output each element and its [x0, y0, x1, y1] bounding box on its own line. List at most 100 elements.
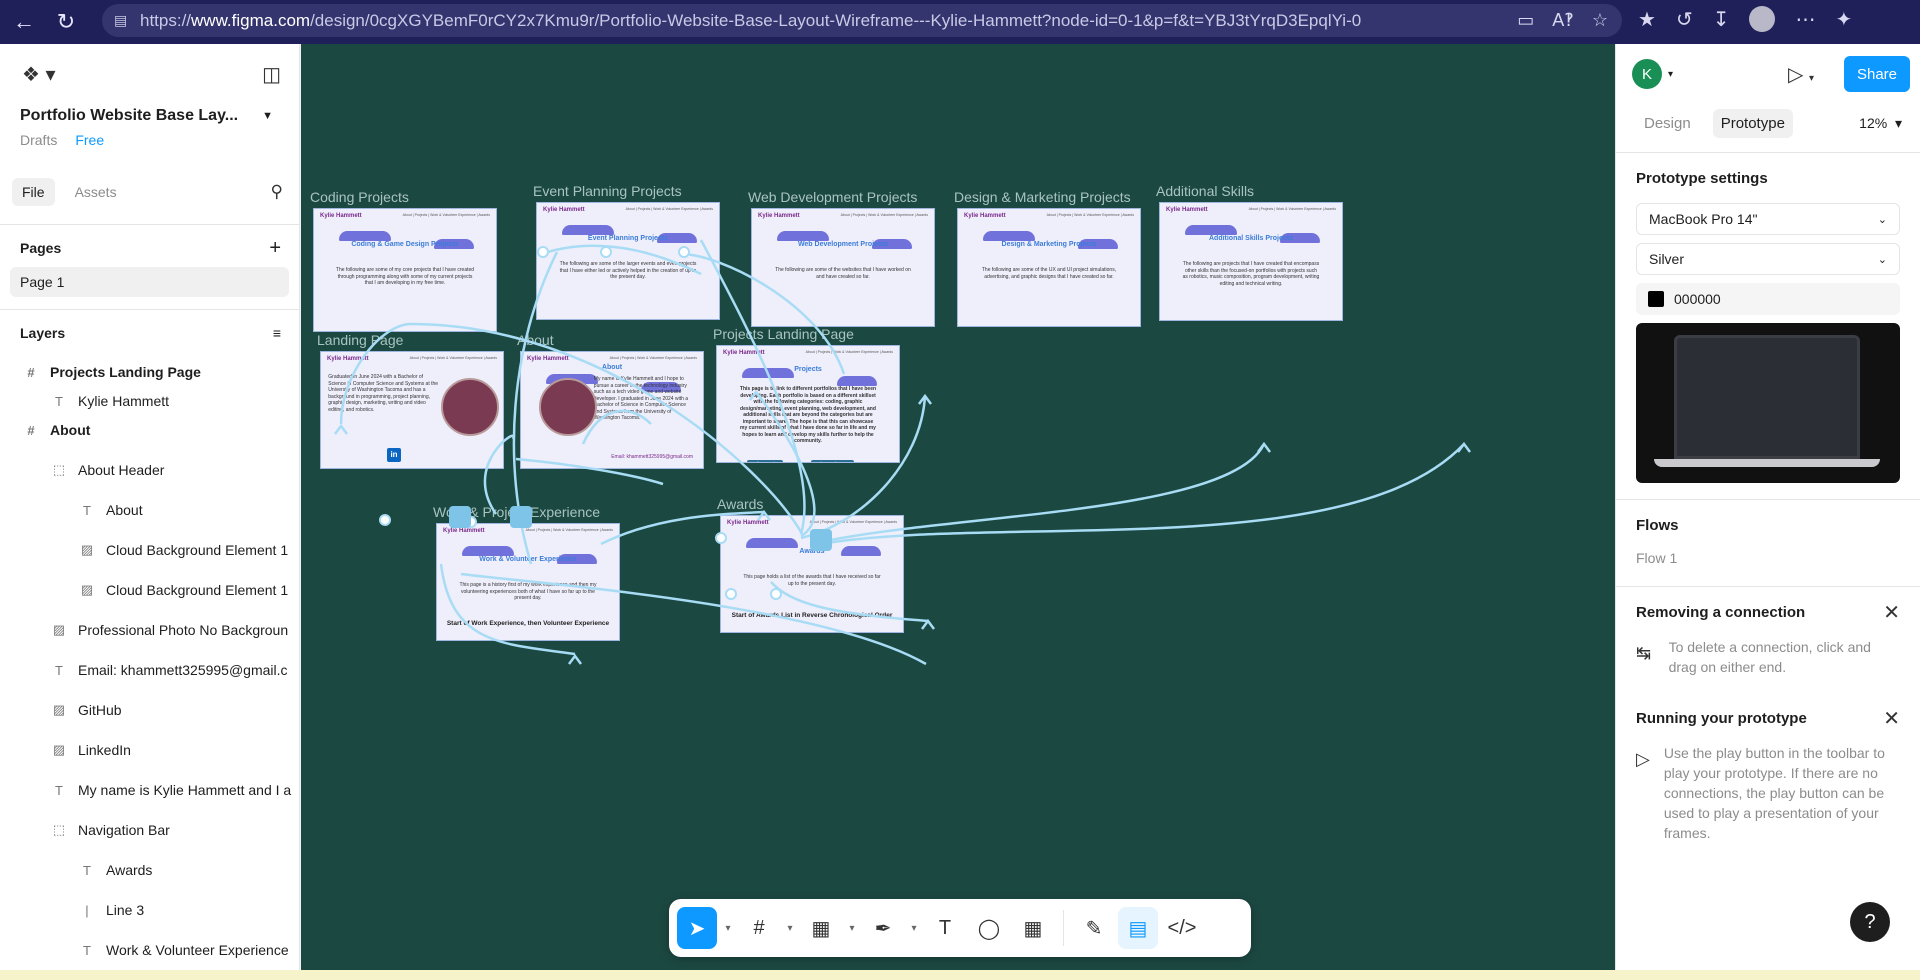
connection-wire[interactable] [515, 457, 664, 486]
connection-wire[interactable] [339, 322, 803, 533]
connection-wire[interactable] [460, 572, 927, 666]
read-aloud-icon[interactable]: A‽ [1552, 10, 1574, 31]
play-prototype-icon[interactable]: ▷ ▾ [1788, 62, 1814, 87]
connection-wire[interactable] [439, 563, 576, 656]
search-icon[interactable]: ⚲ [271, 182, 283, 202]
close-icon[interactable]: ✕ [1883, 600, 1900, 625]
back-arrow-icon[interactable]: ← [6, 4, 42, 40]
frame-tool-icon[interactable]: # [739, 907, 779, 949]
figma-menu-icon[interactable]: ❖ ▾ [22, 62, 56, 87]
project-menu-chevron-icon[interactable]: ▼ [262, 110, 273, 122]
layer-item[interactable]: ▨ LinkedIn [0, 730, 299, 770]
prototype-mode-icon[interactable]: ▤ [1118, 907, 1158, 949]
connection-wire[interactable] [483, 434, 515, 515]
design-canvas[interactable]: Coding Projects Kylie Hammett About | Proj… [301, 44, 1615, 970]
downloads-icon[interactable]: ↧ [1713, 7, 1730, 32]
chevron-down-icon[interactable]: ▾ [783, 923, 797, 934]
connection-arrowhead [1457, 441, 1471, 453]
copilot-icon[interactable]: ✦ [1835, 7, 1852, 32]
connection-node[interactable] [715, 532, 727, 544]
connection-node[interactable] [678, 246, 690, 258]
connection-wire[interactable] [820, 443, 1465, 546]
history-icon[interactable]: ↺ [1676, 7, 1693, 32]
layer-item[interactable]: T Email: khammett325995@gmail.c [0, 650, 299, 690]
connection-wire[interactable] [600, 510, 765, 546]
favorites-icon[interactable]: ★ [1638, 7, 1656, 32]
image-tool-icon[interactable]: ▦ [801, 907, 841, 949]
background-color-field[interactable]: 000000 [1636, 283, 1900, 315]
layers-list: # Projects Landing Page T Kylie Hammett # Abo… [0, 352, 299, 970]
layer-item[interactable]: ▨ Cloud Background Element 1 [0, 570, 299, 610]
layer-item[interactable]: T About [0, 490, 299, 530]
connection-wire[interactable] [770, 581, 929, 623]
layer-label: Cloud Background Element 1 [106, 542, 289, 558]
connection-node[interactable] [770, 588, 782, 600]
layer-item[interactable]: ⬚ About Header [0, 450, 299, 490]
tab-prototype[interactable]: Prototype [1712, 108, 1793, 138]
layer-item[interactable]: ⬚ Navigation Bar [0, 810, 299, 850]
profile-avatar[interactable] [1749, 6, 1776, 32]
tab-design[interactable]: Design [1636, 109, 1699, 138]
site-info-icon[interactable]: ▤ [114, 12, 130, 28]
chevron-down-icon[interactable]: ▾ [907, 923, 921, 934]
connection-wire[interactable] [820, 443, 1266, 544]
help-button[interactable]: ? [1850, 902, 1890, 942]
close-icon[interactable]: ✕ [1883, 706, 1900, 731]
layer-item[interactable]: # Projects Landing Page [0, 352, 299, 392]
layer-item[interactable]: ▨ Cloud Background Element 1 [0, 530, 299, 570]
link-hotspot-icon[interactable] [810, 529, 832, 551]
flow-item[interactable]: Flow 1 [1616, 550, 1920, 566]
pen-tool-icon[interactable]: ✒ [863, 907, 903, 949]
user-avatar[interactable]: K [1632, 59, 1662, 89]
link-hotspot-icon[interactable] [510, 506, 532, 528]
chevron-down-icon[interactable]: ▾ [845, 923, 859, 934]
connection-wire[interactable] [581, 409, 652, 445]
connection-wire[interactable] [800, 395, 927, 540]
add-page-icon[interactable]: + [269, 237, 281, 260]
layer-item[interactable]: | Line 3 [0, 890, 299, 930]
drafts-link[interactable]: Drafts [20, 132, 57, 148]
plan-badge[interactable]: Free [75, 132, 104, 148]
connection-wire[interactable] [699, 239, 806, 535]
project-title-row[interactable]: Portfolio Website Base Lay... ▼ [0, 104, 299, 128]
connection-wire[interactable] [680, 252, 846, 375]
color-swatch[interactable] [1648, 291, 1664, 307]
address-bar[interactable]: ▤ https://www.figma.com/design/0cgXGYBem… [102, 4, 1622, 37]
toggle-sidebar-icon[interactable]: ◫ [262, 62, 281, 87]
device-select[interactable]: MacBook Pro 14" ⌄ [1636, 203, 1900, 235]
connection-wire[interactable] [540, 244, 702, 276]
background-color-hex[interactable]: 000000 [1674, 291, 1721, 307]
connection-node[interactable] [379, 514, 391, 526]
actions-tool-icon[interactable]: ▦ [1013, 907, 1053, 949]
layer-item[interactable]: ▨ GitHub [0, 690, 299, 730]
text-tool-icon[interactable]: T [925, 907, 965, 949]
device-color-select[interactable]: Silver ⌄ [1636, 243, 1900, 275]
chevron-down-icon[interactable]: ▾ [721, 923, 735, 934]
layer-item[interactable]: T Work & Volunteer Experience [0, 930, 299, 970]
share-button[interactable]: Share [1844, 56, 1910, 92]
link-hotspot-icon[interactable] [449, 506, 471, 528]
layer-item[interactable]: T My name is Kylie Hammett and I a [0, 770, 299, 810]
removing-connection-heading: Removing a connection [1636, 603, 1806, 621]
page-item[interactable]: Page 1 [10, 267, 289, 297]
connection-node[interactable] [600, 246, 612, 258]
connection-node[interactable] [725, 588, 737, 600]
dev-mode-icon[interactable]: </> [1162, 907, 1202, 949]
favorite-star-icon[interactable]: ☆ [1592, 10, 1608, 31]
draw-mode-icon[interactable]: ✎ [1074, 907, 1114, 949]
layer-item[interactable]: T Kylie Hammett [0, 392, 299, 410]
open-in-app-icon[interactable]: ▭ [1517, 10, 1534, 31]
zoom-level[interactable]: 12% ▾ [1859, 115, 1902, 132]
more-menu-icon[interactable]: ⋯ [1795, 7, 1815, 32]
layer-options-icon[interactable]: ≡ [273, 325, 281, 341]
chevron-down-icon[interactable]: ▾ [1668, 69, 1673, 80]
tab-file[interactable]: File [12, 178, 55, 206]
layer-item[interactable]: T Awards [0, 850, 299, 890]
layer-item[interactable]: ▨ Professional Photo No Backgroun [0, 610, 299, 650]
layer-item[interactable]: # About [0, 410, 299, 450]
connection-node[interactable] [537, 246, 549, 258]
tab-assets[interactable]: Assets [65, 178, 127, 206]
refresh-icon[interactable]: ↻ [48, 4, 84, 40]
move-tool-icon[interactable]: ➤ [677, 907, 717, 949]
comment-tool-icon[interactable]: ◯ [969, 907, 1009, 949]
